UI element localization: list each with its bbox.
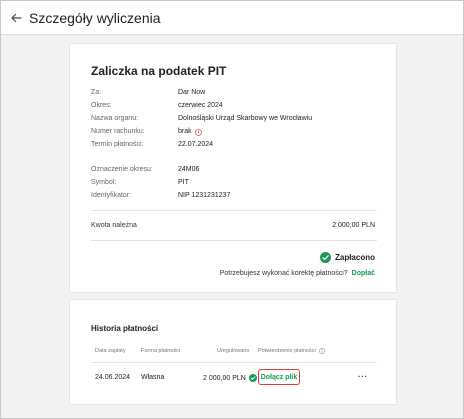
tax-title: Zaliczka na podatek PIT: [91, 64, 227, 78]
divider: [91, 240, 377, 241]
warning-icon[interactable]: [194, 128, 202, 136]
detail-label: Numer rachunku:: [91, 128, 145, 135]
correction-prompt: Potrzebujesz wykonać korektę płatności? …: [220, 270, 375, 277]
payment-form: Własna: [141, 374, 165, 381]
detail-label: Symbol:: [91, 179, 117, 186]
detail-value: Dolnośląski Urząd Skarbowy we Wrocławiu: [178, 115, 313, 122]
payment-history-card: Historia płatności Data zapłaty Forma pł…: [69, 299, 397, 405]
amount-due-row: Kwota należna 2 000,00 PLN: [91, 221, 377, 231]
settled-amount-value: 2 000,00 PLN: [203, 374, 246, 382]
detail-value: NIP 1231231237: [178, 192, 231, 199]
column-header-confirmation: Potwierdzenie płatności: [258, 348, 325, 354]
detail-value: 22.07.2024: [178, 141, 214, 148]
check-circle-icon: [248, 374, 257, 382]
column-header-confirmation-label: Potwierdzenie płatności: [258, 348, 316, 354]
detail-value: 24M06: [178, 166, 200, 173]
top-up-link[interactable]: Dopłać: [352, 270, 375, 277]
detail-label: Termin płatności:: [91, 141, 144, 148]
detail-value: Dar Now: [178, 89, 206, 96]
more-options-button[interactable]: ···: [358, 372, 368, 381]
check-circle-icon: [319, 252, 331, 263]
account-number-value: brak: [178, 128, 192, 135]
column-header-settled: Uregulowano: [217, 348, 250, 354]
detail-label: Identyfikator:: [91, 192, 132, 199]
arrow-left-icon: [11, 13, 22, 22]
detail-label: Okres:: [91, 102, 112, 109]
page-title: Szczegóły wyliczenia: [29, 9, 161, 26]
detail-label: Za:: [91, 89, 102, 96]
payment-status: Zapłacono: [319, 252, 375, 263]
status-label: Zapłacono: [334, 253, 375, 262]
settled-amount: 2 000,00 PLN: [203, 374, 257, 382]
back-button[interactable]: [5, 7, 27, 29]
detail-value-wrapper: brak: [178, 127, 202, 137]
amount-due-label: Kwota należna: [91, 222, 137, 229]
attach-file-button[interactable]: Dołącz plik: [258, 369, 300, 385]
detail-value: PIT: [178, 179, 189, 186]
detail-label: Nazwa organu:: [91, 115, 139, 122]
divider: [91, 210, 377, 211]
top-bar: Szczegóły wyliczenia: [1, 1, 463, 35]
tax-details-card: Zaliczka na podatek PIT Za: Dar Now Okre…: [69, 43, 397, 293]
detail-value: czerwiec 2024: [178, 102, 223, 109]
history-title: Historia płatności: [91, 324, 159, 333]
column-header-form: Forma płatności: [141, 348, 181, 354]
info-icon[interactable]: [318, 348, 325, 354]
detail-label: Oznaczenie okresu:: [91, 166, 153, 173]
correction-question: Potrzebujesz wykonać korektę płatności?: [219, 270, 348, 277]
amount-due-value: 2 000,00 PLN: [332, 222, 375, 229]
column-header-date: Data zapłaty: [95, 348, 126, 354]
app-window: Szczegóły wyliczenia Zaliczka na podatek…: [0, 0, 464, 419]
payment-date: 24.06.2024: [95, 374, 131, 381]
table-header-divider: [91, 362, 377, 363]
